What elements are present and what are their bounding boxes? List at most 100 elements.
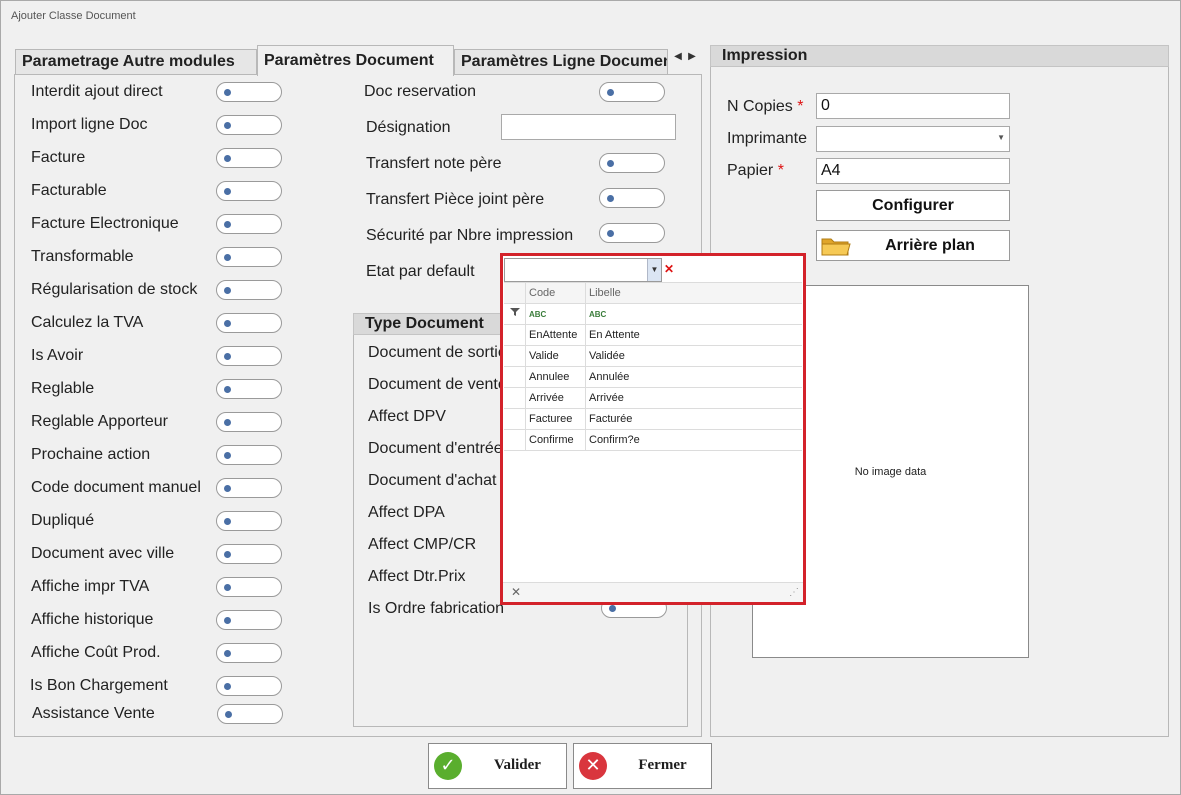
flag-label: Reglable: [31, 380, 95, 397]
flag-label: Dupliqué: [31, 512, 95, 529]
cell-libelle[interactable]: Facturée: [586, 409, 802, 429]
flag-label: Affiche historique: [31, 611, 154, 628]
table-row[interactable]: Arrivée Arrivée: [504, 388, 802, 409]
etat-defaut-combo[interactable]: ▼: [504, 258, 662, 282]
cell-code[interactable]: Valide: [526, 346, 586, 366]
doc-reservation-toggle[interactable]: [599, 82, 665, 102]
etat-grid: Code Libelle ABC ABC EnAttente En Attente…: [504, 282, 802, 451]
papier-input[interactable]: A4: [816, 158, 1010, 184]
designation-input[interactable]: [501, 114, 676, 140]
flag-label: Affiche impr TVA: [31, 578, 150, 595]
flag-label: Facture Electronique: [31, 215, 179, 232]
flag-toggle[interactable]: [216, 610, 282, 630]
tab-scroll-arrows: ◀ ▶: [671, 51, 699, 62]
tab-parametres-ligne-document[interactable]: Paramètres Ligne Document: [454, 49, 668, 75]
tab-parametrage-autre-modules[interactable]: Parametrage Autre modules: [15, 49, 257, 75]
flag-toggle[interactable]: [217, 704, 283, 724]
table-row[interactable]: Valide Validée: [504, 346, 802, 367]
type-document-item: Document de sortie: [368, 344, 507, 361]
table-row[interactable]: EnAttente En Attente: [504, 325, 802, 346]
filter-code-cell[interactable]: ABC: [526, 304, 586, 324]
filter-libelle-cell[interactable]: ABC: [586, 304, 802, 324]
flag-toggle[interactable]: [216, 544, 282, 564]
cell-code[interactable]: Facturee: [526, 409, 586, 429]
table-row[interactable]: Facturee Facturée: [504, 409, 802, 430]
flag-toggle[interactable]: [216, 313, 282, 333]
flag-label: Prochaine action: [31, 446, 151, 463]
flag-label: Document avec ville: [31, 545, 175, 562]
flag-toggle[interactable]: [216, 214, 282, 234]
required-mark: *: [777, 162, 784, 179]
n-copies-input[interactable]: 0: [816, 93, 1010, 119]
grid-header-indicator: [504, 283, 526, 303]
flag-toggle[interactable]: [216, 511, 282, 531]
n-copies-label: N Copies *: [727, 98, 804, 115]
type-document-item: Affect Dtr.Prix: [368, 568, 466, 585]
flag-label: Facturable: [31, 182, 107, 199]
column-header-libelle[interactable]: Libelle: [586, 283, 802, 303]
flag-toggle[interactable]: [216, 82, 282, 102]
flag-toggle[interactable]: [216, 478, 282, 498]
imprimante-select[interactable]: ▼: [816, 126, 1010, 152]
abc-filter-icon: ABC: [529, 310, 547, 319]
cell-libelle[interactable]: Arrivée: [586, 388, 802, 408]
cell-libelle[interactable]: En Attente: [586, 325, 802, 345]
flag-label: Facture: [31, 149, 86, 166]
arriere-plan-button[interactable]: Arrière plan: [816, 230, 1010, 261]
flag-label: Reglable Apporteur: [31, 413, 168, 430]
clear-icon[interactable]: ✕: [664, 262, 674, 276]
securite-label: Sécurité par Nbre impression: [366, 227, 574, 244]
imprimante-label: Imprimante: [727, 130, 808, 147]
flag-label: Is Bon Chargement: [30, 677, 168, 694]
cell-libelle[interactable]: Confirm?e: [586, 430, 802, 450]
flag-toggle[interactable]: [216, 280, 282, 300]
window-title: Ajouter Classe Document: [11, 10, 136, 22]
cell-libelle[interactable]: Annulée: [586, 367, 802, 387]
impression-title: Impression: [710, 45, 1169, 67]
flag-toggle[interactable]: [216, 412, 282, 432]
cell-code[interactable]: Confirme: [526, 430, 586, 450]
cell-code[interactable]: EnAttente: [526, 325, 586, 345]
cell-code[interactable]: Arrivée: [526, 388, 586, 408]
flag-toggle[interactable]: [216, 346, 282, 366]
flag-toggle[interactable]: [216, 445, 282, 465]
table-row[interactable]: Annulee Annulée: [504, 367, 802, 388]
tab-scroll-right-icon[interactable]: ▶: [685, 51, 699, 62]
flag-toggle[interactable]: [216, 247, 282, 267]
chevron-down-icon[interactable]: ▼: [997, 133, 1005, 142]
resize-grip-icon[interactable]: ⋰: [789, 587, 799, 598]
chevron-down-icon[interactable]: ▼: [647, 259, 661, 281]
tab-scroll-left-icon[interactable]: ◀: [671, 51, 685, 62]
type-document-item: Affect CMP/CR: [368, 536, 477, 553]
securite-toggle[interactable]: [599, 223, 665, 243]
flag-toggle[interactable]: [216, 643, 282, 663]
flag-toggle[interactable]: [216, 148, 282, 168]
flag-toggle[interactable]: [216, 379, 282, 399]
cell-code[interactable]: Annulee: [526, 367, 586, 387]
valider-label: Valider: [494, 757, 541, 773]
flag-toggle[interactable]: [216, 181, 282, 201]
flag-toggle[interactable]: [216, 577, 282, 597]
flag-toggle[interactable]: [216, 115, 282, 135]
transfert-note-toggle[interactable]: [599, 153, 665, 173]
type-document-title: Type Document: [353, 313, 513, 335]
close-icon[interactable]: ✕: [511, 585, 521, 599]
grid-header-row: Code Libelle: [504, 282, 802, 304]
flag-label: Affiche Coût Prod.: [31, 644, 161, 661]
type-document-item: Document de vente: [368, 376, 507, 393]
abc-filter-icon: ABC: [589, 310, 607, 319]
flag-toggle[interactable]: [216, 676, 282, 696]
tab-parametres-document[interactable]: Paramètres Document: [257, 45, 454, 76]
etat-defaut-label: Etat par default: [366, 263, 475, 280]
configurer-button[interactable]: Configurer: [816, 190, 1010, 221]
column-header-code[interactable]: Code: [526, 283, 586, 303]
row-indicator: [504, 325, 526, 345]
papier-label: Papier *: [727, 162, 784, 179]
fermer-button[interactable]: ✕ Fermer: [573, 743, 712, 789]
transfert-piece-toggle[interactable]: [599, 188, 665, 208]
row-indicator: [504, 409, 526, 429]
cell-libelle[interactable]: Validée: [586, 346, 802, 366]
table-row[interactable]: Confirme Confirm?e: [504, 430, 802, 451]
flag-label: Transformable: [31, 248, 134, 265]
valider-button[interactable]: ✓ Valider: [428, 743, 567, 789]
